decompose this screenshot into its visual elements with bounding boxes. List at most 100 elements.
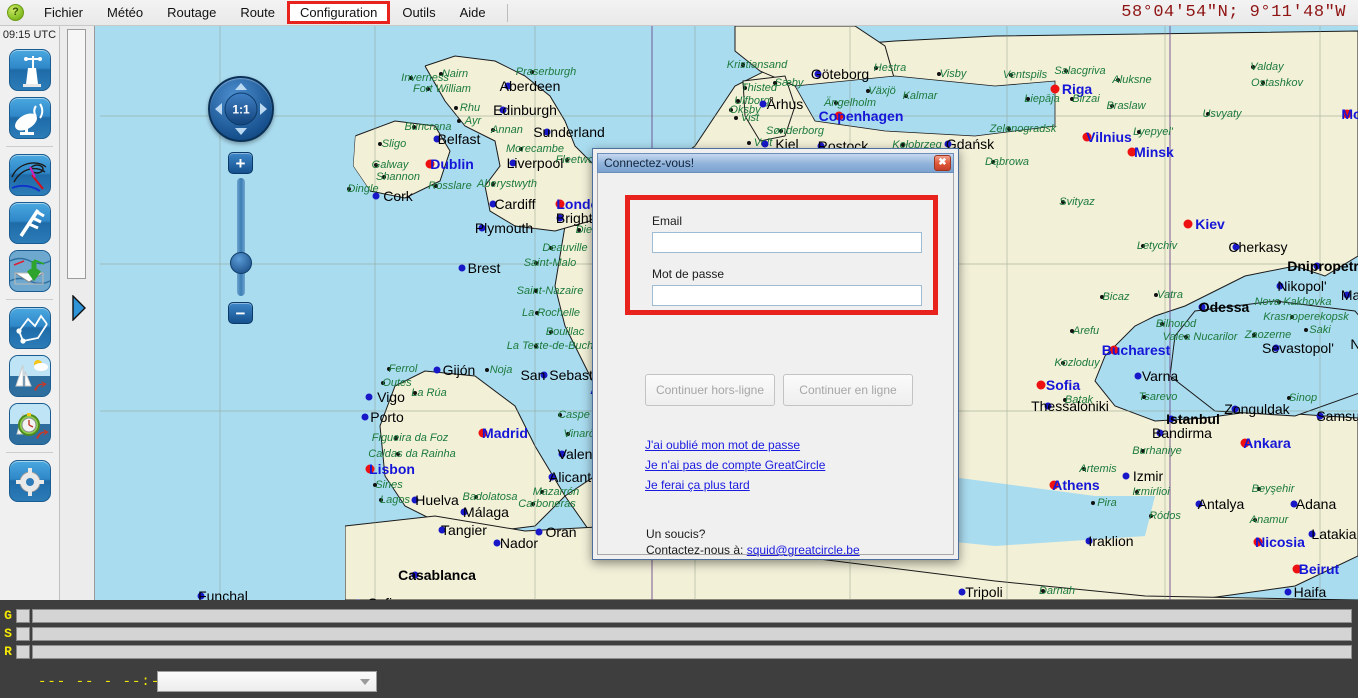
map-city-label: Oksby [729,104,760,116]
map-city-marker [485,368,489,372]
map-city-label: Beyşehir [1252,483,1295,495]
map-city-label: Fort William [413,83,471,95]
map-city-label: Mariupol' [1341,287,1358,303]
map-city-label: Sligo [382,138,406,150]
expand-panel-arrow-icon[interactable] [69,288,89,328]
map-city-label: Sofia [1046,377,1080,393]
gsr-progress-g [32,609,1352,623]
map-city-marker [1184,220,1193,229]
wind-barb-icon[interactable] [9,202,51,244]
map-city-label: Funchal [198,588,248,600]
sidebar-scrollbar[interactable] [67,29,86,279]
support-question: Un soucis? [646,527,705,541]
map-city-label: Outes [382,377,411,389]
map-city-label: Pira [1097,497,1117,509]
menu-item-configuration[interactable]: Configuration [287,1,390,24]
map-city-label: Liepāja [1024,93,1059,105]
map-city-label: Rosslare [428,180,471,192]
map-city-label: Moscow [1341,106,1358,122]
menu-item-routage[interactable]: Routage [155,2,228,23]
menu-item-outils[interactable]: Outils [390,2,447,23]
gsr-row-r: R [0,644,1352,659]
map-city-label: Carboneras [518,498,575,510]
toolbar-divider [6,299,53,300]
forgot-password-link[interactable]: J'ai oublié mon mot de passe [645,438,800,452]
help-circle-icon[interactable]: ? [7,4,24,21]
pan-up-icon[interactable] [235,83,247,90]
map-city-label: Varna [1142,368,1178,384]
route-network-icon[interactable] [9,307,51,349]
map-city-label: Bucharest [1102,342,1170,358]
map-city-marker [762,141,769,148]
map-city-label: Vilnius [1086,129,1132,145]
map-city-label: Bouillac [546,326,585,338]
map-zoom-out-button[interactable]: − [228,302,253,324]
map-city-label: Cork [383,188,413,204]
map-city-marker [454,106,458,110]
map-city-label: Deauville [542,242,587,254]
gsr-checkbox-r[interactable] [16,645,30,659]
continue-offline-button[interactable]: Continuer hors-ligne [645,374,775,406]
pan-down-icon[interactable] [235,128,247,135]
gsr-checkbox-s[interactable] [16,627,30,641]
grib-download-icon[interactable] [9,250,51,292]
map-city-label: Nikopol' [1277,278,1326,294]
map-city-marker [1123,473,1130,480]
continue-online-button[interactable]: Continuer en ligne [783,374,913,406]
map-city-label: Nador [500,535,538,551]
close-icon[interactable]: ✖ [934,155,951,171]
map-city-label: Kozloduy [1054,357,1099,369]
utc-clock-label: 09:15 UTC [0,26,59,43]
map-city-label: La Teste-de-Buch [507,340,593,352]
map-city-label: Iraklion [1088,533,1133,549]
datetime-dropdown[interactable] [157,671,377,692]
gsr-checkbox-g[interactable] [16,609,30,623]
map-city-marker [434,367,441,374]
map-city-label: Ostashkov [1251,77,1303,89]
map-city-label: Oran [545,524,576,540]
menu-item-route[interactable]: Route [228,2,287,23]
map-city-marker [734,116,738,120]
satellite-dish-icon[interactable] [9,97,51,139]
dialog-title-bar[interactable]: Connectez-vous! ✖ [597,153,954,173]
menu-divider [507,4,508,22]
support-email-link[interactable]: squid@greatcircle.be [747,543,860,557]
application-window: ? Fichier Météo Routage Route Configurat… [0,0,1358,698]
pan-left-icon[interactable] [215,103,222,115]
map-reset-zoom-button[interactable]: 1:1 [225,93,258,126]
chevron-down-icon [360,679,370,685]
map-city-label: Brest [468,260,501,276]
map-city-label: Belfast [438,131,481,147]
lighthouse-icon[interactable] [9,49,51,91]
map-city-label: Casablanca [398,567,476,583]
map-zoom-slider-knob[interactable] [230,252,252,274]
map-city-label: Braslaw [1106,100,1145,112]
map-zoom-in-button[interactable]: + [228,152,253,174]
no-account-link[interactable]: Je n'ai pas de compte GreatCircle [645,458,825,472]
map-city-label: Annan [491,124,523,136]
menu-item-meteo[interactable]: Météo [95,2,155,23]
map-city-marker [373,193,380,200]
menu-item-fichier[interactable]: Fichier [32,2,95,23]
gsr-letter-r: R [0,644,16,659]
map-city-marker [1037,381,1046,390]
map-city-label: Saki [1309,324,1330,336]
pan-right-icon[interactable] [260,103,267,115]
map-zoom-slider-track[interactable] [237,178,245,296]
isobar-chart-icon[interactable] [9,154,51,196]
map-city-label: Kalmar [903,90,938,102]
map-pan-control[interactable]: 1:1 [208,76,274,142]
map-city-label: Gijón [443,362,476,378]
menu-item-aide[interactable]: Aide [448,2,498,23]
map-city-marker [1091,501,1095,505]
later-link[interactable]: Je ferai ça plus tard [645,478,750,492]
map-city-label: Cherkasy [1228,239,1287,255]
boat-timer-icon[interactable] [9,403,51,445]
map-city-label: Växjö [868,85,896,97]
map-city-label: Thisted [741,82,777,94]
boat-weather-icon[interactable] [9,355,51,397]
map-city-label: Odessa [1199,299,1250,315]
gear-icon[interactable] [9,460,51,502]
email-field[interactable] [652,232,922,253]
password-field[interactable] [652,285,922,306]
